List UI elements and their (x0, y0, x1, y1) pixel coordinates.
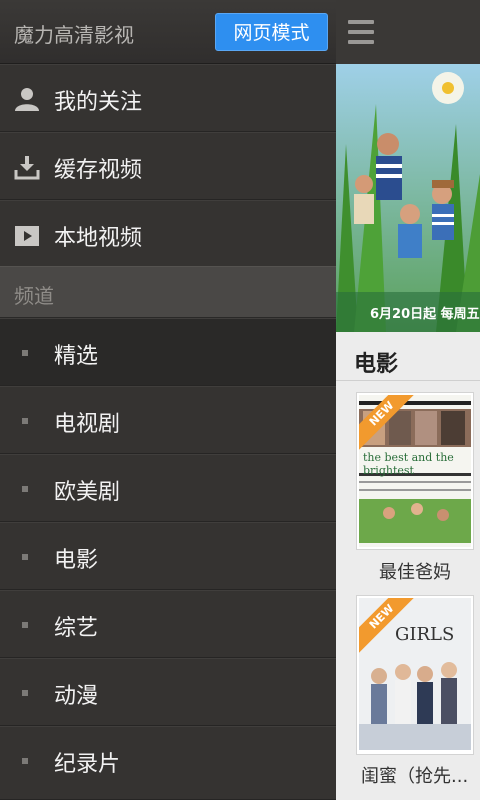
download-icon (14, 156, 40, 180)
bullet-icon (22, 554, 28, 560)
channel-label: 综艺 (54, 616, 99, 641)
bullet-icon (22, 486, 28, 492)
channel-item-anime[interactable]: 动漫 (0, 658, 336, 726)
channel-item-tv-series[interactable]: 电视剧 (0, 386, 336, 454)
channel-label: 动漫 (54, 684, 99, 709)
divider (336, 380, 480, 381)
channel-section-header: 频道 (0, 266, 336, 318)
bullet-icon (22, 690, 28, 696)
channel-item-featured[interactable]: 精选 (0, 318, 336, 386)
main-header (336, 0, 480, 64)
channel-label: 电视剧 (54, 412, 121, 437)
drawer-item-label: 我的关注 (54, 90, 143, 115)
bullet-icon (22, 350, 28, 356)
channel-item-documentary[interactable]: 纪录片 (0, 726, 336, 800)
channel-label: 电影 (54, 548, 99, 573)
movie-card[interactable]: GIRLS NEW (356, 595, 474, 755)
movie-title: 最佳爸妈 (379, 562, 451, 583)
section-label: 频道 (14, 284, 54, 308)
channel-label: 欧美剧 (54, 480, 121, 505)
main-content: 6月20日起 每周五晚2 电影 the best and (336, 0, 480, 800)
banner-caption: 6月20日起 每周五晚2 (370, 307, 480, 322)
navigation-drawer: 魔力高清影视 网页模式 我的关注 缓存视频 本地视频 频道 精选 电视剧 欧美剧… (0, 0, 336, 800)
movie-title: 闺蜜（抢先... (361, 766, 469, 787)
drawer-item-cached-videos[interactable]: 缓存视频 (0, 132, 336, 200)
drawer-item-my-follow[interactable]: 我的关注 (0, 64, 336, 132)
poster-text: GIRLS (395, 624, 455, 645)
bullet-icon (22, 622, 28, 628)
section-title: 电影 (354, 352, 399, 377)
channel-item-movies[interactable]: 电影 (0, 522, 336, 590)
user-icon (15, 88, 39, 111)
channel-label: 纪录片 (54, 752, 121, 777)
web-mode-button[interactable]: 网页模式 (215, 13, 328, 51)
banner-caption-bar: 6月20日起 每周五晚2 (336, 292, 480, 332)
drawer-item-label: 缓存视频 (54, 158, 143, 183)
channel-item-western-series[interactable]: 欧美剧 (0, 454, 336, 522)
menu-icon[interactable] (348, 20, 374, 44)
featured-banner[interactable]: 6月20日起 每周五晚2 (336, 64, 480, 332)
movie-card[interactable]: the best and the brightest NEW (356, 392, 474, 550)
channel-label: 精选 (54, 344, 99, 369)
poster-text: the best and the brightest (363, 451, 454, 477)
play-folder-icon (15, 226, 39, 246)
drawer-item-label: 本地视频 (54, 226, 143, 251)
channel-item-variety[interactable]: 综艺 (0, 590, 336, 658)
movie-poster: the best and the brightest NEW (359, 395, 471, 547)
drawer-header: 魔力高清影视 网页模式 (0, 0, 336, 64)
drawer-item-local-videos[interactable]: 本地视频 (0, 200, 336, 268)
app-title: 魔力高清影视 (14, 23, 134, 47)
bullet-icon (22, 758, 28, 764)
bullet-icon (22, 418, 28, 424)
movie-poster: GIRLS NEW (359, 598, 471, 750)
